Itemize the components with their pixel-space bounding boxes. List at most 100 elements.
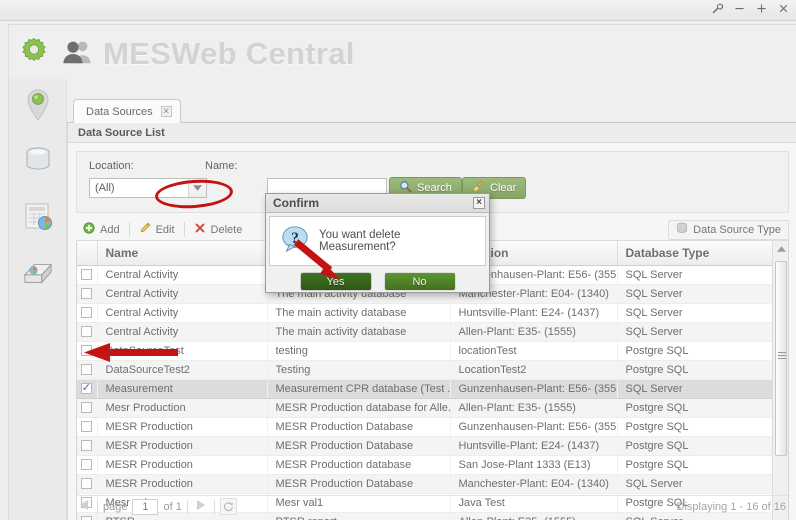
delete-button[interactable]: Delete xyxy=(187,220,250,240)
row-checkbox[interactable] xyxy=(80,402,92,414)
scrollbar-grip-icon xyxy=(778,352,786,359)
row-checkbox[interactable] xyxy=(80,269,92,281)
row-checkbox[interactable] xyxy=(80,478,92,490)
table-row[interactable]: MESR Production MESR Production database S… xyxy=(77,455,784,475)
sidebar-item-documents[interactable] xyxy=(9,247,67,303)
row-location: Manchester-Plant: E04- (1340) xyxy=(450,474,618,494)
sidebar-item-reports[interactable] xyxy=(9,191,67,247)
tab-close-icon[interactable]: ✕ xyxy=(160,106,172,117)
row-name: Central Activity xyxy=(97,265,268,285)
dialog-close-icon[interactable]: × xyxy=(473,197,485,209)
table-row[interactable]: MESR Production MESR Production Database G… xyxy=(77,417,784,437)
location-pin-icon xyxy=(23,88,53,127)
row-checkbox-cell[interactable] xyxy=(77,341,98,361)
wrench-icon[interactable] xyxy=(711,2,724,15)
row-checkbox[interactable] xyxy=(80,421,92,433)
row-database-type: SQL Server xyxy=(617,284,784,304)
refresh-icon[interactable] xyxy=(219,498,237,515)
row-database-type: SQL Server xyxy=(617,303,784,323)
row-checkbox-cell[interactable] xyxy=(77,265,98,285)
app-header: MESWeb Central xyxy=(17,31,355,77)
data-source-type-label: Data Source Type xyxy=(693,223,781,236)
window-title-bar xyxy=(0,0,796,21)
row-location: Huntsville-Plant: E24- (1437) xyxy=(450,303,618,323)
edit-button-label: Edit xyxy=(155,223,175,236)
page-label: page xyxy=(103,500,128,513)
chevron-down-icon[interactable] xyxy=(188,179,206,197)
row-checkbox[interactable] xyxy=(80,288,92,300)
row-database-type: Postgre SQL xyxy=(617,341,784,361)
row-checkbox-cell[interactable] xyxy=(77,303,98,323)
row-checkbox[interactable] xyxy=(80,459,92,471)
table-row[interactable]: MESR Production MESR Production Database M… xyxy=(77,474,784,494)
table-row[interactable]: MESR Production MESR Production Database H… xyxy=(77,436,784,456)
column-header-name[interactable]: Name xyxy=(97,241,268,266)
prev-page-icon[interactable] xyxy=(76,500,92,513)
row-checkbox-cell[interactable] xyxy=(77,455,98,475)
location-select-value: (All) xyxy=(95,182,115,194)
row-checkbox-cell[interactable] xyxy=(77,322,98,342)
row-database-type: SQL Server xyxy=(617,322,784,342)
document-stack-icon xyxy=(21,258,55,293)
minimize-icon[interactable] xyxy=(733,2,746,15)
dialog-footer: Yes No xyxy=(266,269,489,294)
row-checkbox-cell[interactable] xyxy=(77,398,98,418)
table-row[interactable]: DataSourceTest2 Testing LocationTest2 Postg… xyxy=(77,360,784,380)
edit-button[interactable]: Edit xyxy=(132,220,182,240)
tab-data-sources[interactable]: Data Sources ✕ xyxy=(73,99,181,123)
row-checkbox[interactable] xyxy=(80,307,92,319)
table-row[interactable]: Central ActivityThe main activity databa… xyxy=(77,303,784,323)
row-description: MESR Production database for Alle... xyxy=(267,398,451,418)
row-description: Testing xyxy=(267,360,451,380)
column-header-select[interactable] xyxy=(77,241,98,266)
row-checkbox[interactable] xyxy=(80,364,92,376)
row-name: DataSourceTest2 xyxy=(97,360,268,380)
data-source-panel: Data Source List Location: Name: (All) S… xyxy=(67,123,796,520)
row-checkbox-cell[interactable] xyxy=(77,360,98,380)
confirm-dialog: Confirm × ? You want delete Measurement?… xyxy=(265,193,490,293)
column-header-database-type[interactable]: Database Type xyxy=(617,241,784,266)
table-row[interactable]: MeasurementMeasurement CPR database (Tes… xyxy=(77,379,784,399)
page-number-input[interactable]: 1 xyxy=(132,498,159,515)
dialog-title: Confirm xyxy=(273,196,319,210)
pagination-bar: page 1 of 1 Displaying 1 - 16 of 16 xyxy=(76,495,790,517)
row-checkbox[interactable] xyxy=(80,381,92,395)
row-database-type: SQL Server xyxy=(617,474,784,494)
window-controls xyxy=(711,2,790,15)
row-location: Huntsville-Plant: E24- (1437) xyxy=(450,436,618,456)
location-select[interactable]: (All) xyxy=(89,178,207,198)
row-location: San Jose-Plant 1333 (E13) xyxy=(450,455,618,475)
row-checkbox[interactable] xyxy=(80,345,92,357)
yes-button[interactable]: Yes xyxy=(299,272,372,291)
sidebar-item-data-sources[interactable] xyxy=(9,135,67,191)
row-database-type: Postgre SQL xyxy=(617,455,784,475)
scrollbar-thumb[interactable] xyxy=(775,261,787,456)
row-checkbox-cell[interactable] xyxy=(77,436,98,456)
pager-divider xyxy=(186,499,188,514)
add-button[interactable]: Add xyxy=(76,220,127,240)
row-checkbox[interactable] xyxy=(80,326,92,338)
report-chart-icon xyxy=(22,201,54,238)
data-source-type-button[interactable]: Data Source Type xyxy=(668,219,789,240)
row-description: The main activity database xyxy=(267,322,451,342)
row-location: Allen-Plant: E35- (1555) xyxy=(450,322,618,342)
row-location: Allen-Plant: E35- (1555) xyxy=(450,398,618,418)
close-icon[interactable] xyxy=(777,2,790,15)
application-window: MESWeb Central Data Sources ✕ Data Sourc… xyxy=(0,0,796,520)
maximize-icon[interactable] xyxy=(755,2,768,15)
no-button[interactable]: No xyxy=(383,272,456,291)
row-description: MESR Production Database xyxy=(267,474,451,494)
row-checkbox-cell[interactable] xyxy=(77,284,98,304)
scroll-up-icon[interactable] xyxy=(773,241,788,257)
row-checkbox[interactable] xyxy=(80,440,92,452)
svg-text:?: ? xyxy=(291,229,299,246)
grid-vertical-scrollbar[interactable] xyxy=(772,241,788,520)
sidebar-item-locations[interactable] xyxy=(9,79,67,135)
row-checkbox-cell[interactable] xyxy=(77,417,98,437)
table-row[interactable]: DataSourceTest testing locationTest Postgre… xyxy=(77,341,784,361)
next-page-icon[interactable] xyxy=(193,500,209,513)
table-row[interactable]: Central ActivityThe main activity databa… xyxy=(77,322,784,342)
table-row[interactable]: Mesr Production MESR Production database … xyxy=(77,398,784,418)
row-checkbox-cell[interactable] xyxy=(77,379,98,399)
row-checkbox-cell[interactable] xyxy=(77,474,98,494)
